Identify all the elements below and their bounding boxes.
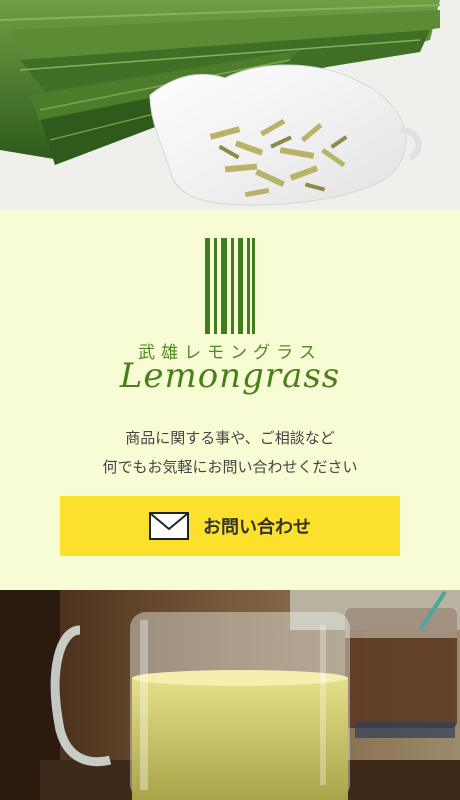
brand-name-english: Lemongrass xyxy=(119,356,341,396)
hero-photo xyxy=(0,0,460,210)
contact-lead-line-1: 商品に関する事や、ご相談など xyxy=(125,429,335,447)
lemongrass-photo xyxy=(0,0,460,210)
contact-lead-line-2: 何でもお気軽にお問い合わせください xyxy=(102,458,358,476)
lemongrass-tea-mug-photo xyxy=(0,590,460,800)
contact-lead-text: 商品に関する事や、ご相談など 何でもお気軽にお問い合わせください xyxy=(0,424,460,482)
tea-photo xyxy=(0,590,460,800)
contact-button-label: お問い合わせ xyxy=(203,517,311,538)
mail-icon xyxy=(149,512,189,540)
contact-button[interactable]: お問い合わせ xyxy=(60,496,400,556)
brand-logo-icon xyxy=(205,238,255,334)
contact-panel: 武雄レモングラス Lemongrass 商品に関する事や、ご相談など 何でもお気… xyxy=(0,210,460,590)
